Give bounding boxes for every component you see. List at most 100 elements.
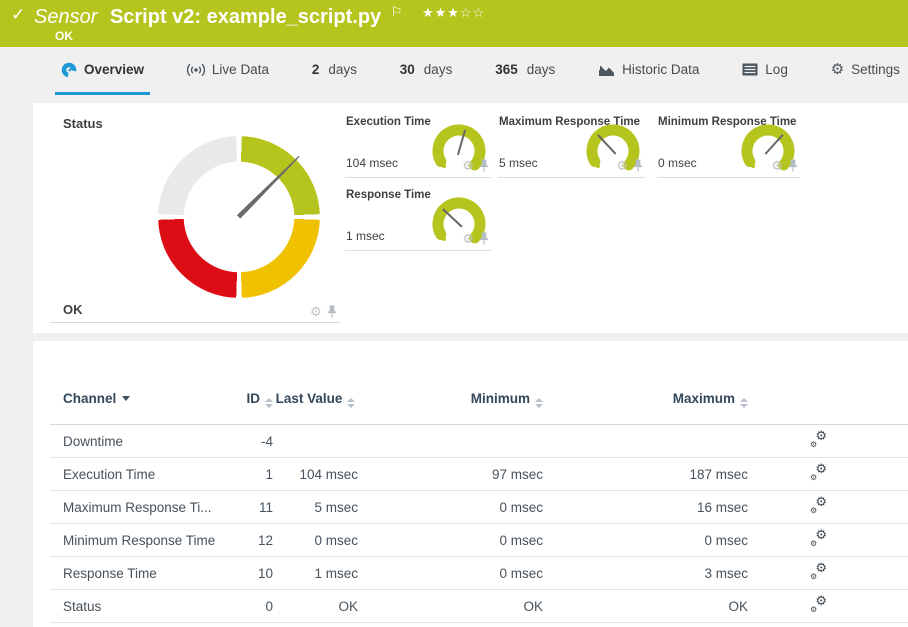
tab-bar: Overview Live Data 2 days 30 days 365 da… bbox=[0, 47, 908, 95]
channel-settings-icon[interactable]: ⚙⚙ bbox=[810, 531, 827, 547]
sorted-desc-icon bbox=[122, 396, 130, 401]
gauge-title: Execution Time bbox=[346, 116, 431, 128]
channel-settings-icon[interactable]: ⚙⚙ bbox=[810, 564, 827, 580]
prtg-sensor-page: ✓ Sensor Script v2: example_script.py ⚐ … bbox=[0, 0, 908, 627]
table-header-row: Channel ID Last Value Minimum Maximum bbox=[50, 377, 908, 425]
cell-minimum: 0 msec bbox=[358, 500, 543, 515]
channel-settings-icon[interactable]: ⚙⚙ bbox=[810, 465, 827, 481]
tab-historic-data[interactable]: Historic Data bbox=[592, 47, 705, 95]
gauge-panel-actions: ⚙ bbox=[771, 159, 798, 172]
sort-icon bbox=[740, 398, 748, 408]
pin-icon[interactable] bbox=[788, 159, 798, 172]
tab-label: Log bbox=[765, 62, 788, 77]
cell-channel[interactable]: Maximum Response Ti... bbox=[50, 500, 223, 515]
tab-label: Historic Data bbox=[622, 62, 699, 77]
channel-settings-icon[interactable]: ⚙⚙ bbox=[810, 597, 827, 613]
overview-gauges-panel: Status OK ⚙ Execution Time 104 msec ⚙ bbox=[33, 103, 908, 333]
tab-2-days[interactable]: 2 days bbox=[306, 47, 363, 95]
gauge-icon bbox=[61, 62, 77, 78]
cell-id: -4 bbox=[223, 434, 273, 449]
cell-channel[interactable]: Minimum Response Time bbox=[50, 533, 223, 548]
cell-last-value: 104 msec bbox=[273, 467, 358, 482]
channels-table-panel: Channel ID Last Value Minimum Maximum Do… bbox=[33, 341, 908, 627]
tab-log[interactable]: Log bbox=[736, 47, 794, 95]
gear-icon[interactable]: ⚙ bbox=[310, 305, 322, 318]
priority-stars[interactable]: ★★★☆☆ bbox=[422, 5, 485, 20]
tab-label: Settings bbox=[851, 62, 900, 77]
gauge-panel-actions: ⚙ bbox=[616, 159, 643, 172]
column-header-minimum[interactable]: Minimum bbox=[358, 377, 543, 424]
gear-icon[interactable]: ⚙ bbox=[771, 159, 783, 172]
pin-icon[interactable] bbox=[479, 232, 489, 245]
tab-live-data[interactable]: Live Data bbox=[181, 47, 275, 95]
tab-label: days bbox=[424, 62, 453, 77]
status-panel-divider bbox=[50, 322, 340, 323]
table-row-status: Status 0 OK OK OK ⚙⚙ bbox=[50, 590, 908, 623]
sensor-type-label: Sensor bbox=[34, 6, 97, 28]
tab-label: days bbox=[527, 62, 556, 77]
table-row-execution-time: Execution Time 1 104 msec 97 msec 187 ms… bbox=[50, 458, 908, 491]
column-header-id[interactable]: ID bbox=[223, 377, 273, 424]
column-header-maximum[interactable]: Maximum bbox=[543, 377, 748, 424]
gear-icon[interactable]: ⚙ bbox=[616, 159, 628, 172]
tab-settings[interactable]: ⚙ Settings bbox=[825, 47, 906, 95]
gear-icon: ⚙ bbox=[831, 62, 844, 77]
area-chart-icon bbox=[598, 63, 615, 77]
cell-maximum: 16 msec bbox=[543, 500, 748, 515]
cell-minimum: 0 msec bbox=[358, 533, 543, 548]
status-panel-actions: ⚙ bbox=[310, 305, 337, 318]
tab-365-days[interactable]: 365 days bbox=[489, 47, 561, 95]
sensor-name[interactable]: Script v2: example_script.py bbox=[110, 6, 381, 28]
gauge-panel-actions: ⚙ bbox=[462, 232, 489, 245]
cell-maximum: OK bbox=[543, 599, 748, 614]
cell-id: 12 bbox=[223, 533, 273, 548]
channel-settings-icon[interactable]: ⚙⚙ bbox=[810, 498, 827, 514]
gauge-value: 104 msec bbox=[346, 156, 398, 170]
pin-icon[interactable] bbox=[327, 305, 337, 318]
cell-last-value: 1 msec bbox=[273, 566, 358, 581]
cell-channel[interactable]: Status bbox=[50, 599, 223, 614]
cell-last-value: 5 msec bbox=[273, 500, 358, 515]
table-row-downtime: Downtime -4 ⚙⚙ bbox=[50, 425, 908, 458]
gauge-value: 5 msec bbox=[499, 156, 538, 170]
cell-maximum: 187 msec bbox=[543, 467, 748, 482]
cell-maximum: 3 msec bbox=[543, 566, 748, 581]
cell-id: 10 bbox=[223, 566, 273, 581]
flag-icon[interactable]: ⚐ bbox=[391, 4, 403, 19]
gauge-title: Response Time bbox=[346, 189, 431, 201]
cell-minimum: 0 msec bbox=[358, 566, 543, 581]
tab-label: Overview bbox=[84, 62, 144, 77]
cell-last-value: OK bbox=[273, 599, 358, 614]
sort-icon bbox=[265, 398, 273, 408]
cell-channel[interactable]: Downtime bbox=[50, 434, 223, 449]
pin-icon[interactable] bbox=[633, 159, 643, 172]
cell-id: 11 bbox=[223, 500, 273, 515]
tab-label: Live Data bbox=[212, 62, 269, 77]
ok-check-icon: ✓ bbox=[11, 5, 25, 25]
gauge-panel-response-time: Response Time 1 msec ⚙ bbox=[345, 188, 491, 251]
sort-icon bbox=[347, 398, 355, 408]
sort-icon bbox=[535, 398, 543, 408]
gauge-panel-maximum-response-time: Maximum Response Time 5 msec ⚙ bbox=[498, 115, 645, 178]
gear-icon[interactable]: ⚙ bbox=[462, 159, 474, 172]
status-value: OK bbox=[63, 302, 83, 317]
sensor-status-text: OK bbox=[55, 29, 73, 43]
gear-icon[interactable]: ⚙ bbox=[462, 232, 474, 245]
tab-label: days bbox=[328, 62, 357, 77]
gauge-value: 1 msec bbox=[346, 229, 385, 243]
pin-icon[interactable] bbox=[479, 159, 489, 172]
cell-maximum: 0 msec bbox=[543, 533, 748, 548]
table-row-response-time: Response Time 10 1 msec 0 msec 3 msec ⚙⚙ bbox=[50, 557, 908, 590]
tab-number: 365 bbox=[495, 62, 518, 77]
cell-channel[interactable]: Execution Time bbox=[50, 467, 223, 482]
gauge-panel-execution-time: Execution Time 104 msec ⚙ bbox=[345, 115, 491, 178]
tab-overview[interactable]: Overview bbox=[55, 47, 150, 95]
column-header-channel[interactable]: Channel bbox=[50, 377, 223, 424]
tab-30-days[interactable]: 30 days bbox=[394, 47, 459, 95]
channel-settings-icon[interactable]: ⚙⚙ bbox=[810, 432, 827, 448]
cell-channel[interactable]: Response Time bbox=[50, 566, 223, 581]
column-header-last-value[interactable]: Last Value bbox=[273, 377, 358, 424]
cell-id: 0 bbox=[223, 599, 273, 614]
cell-last-value: 0 msec bbox=[273, 533, 358, 548]
cell-minimum: OK bbox=[358, 599, 543, 614]
